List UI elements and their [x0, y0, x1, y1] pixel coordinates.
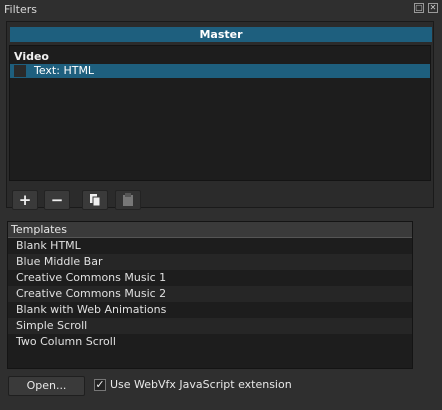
minus-icon: −: [50, 191, 64, 209]
template-item[interactable]: Blank HTML: [8, 238, 412, 254]
window-title: Filters: [4, 3, 37, 16]
webvfx-label: Use WebVfx JavaScript extension: [110, 378, 292, 391]
master-header: Master: [10, 27, 432, 42]
template-item[interactable]: Blue Middle Bar: [8, 254, 412, 270]
close-icon[interactable]: ✕: [428, 3, 438, 13]
copy-icon: [90, 194, 101, 207]
add-filter-button[interactable]: +: [12, 190, 38, 210]
template-item[interactable]: Blank with Web Animations: [8, 302, 412, 318]
template-item[interactable]: Simple Scroll: [8, 318, 412, 334]
template-item[interactable]: Creative Commons Music 2: [8, 286, 412, 302]
filter-item-label: Text: HTML: [34, 64, 95, 77]
filter-enable-checkbox[interactable]: [14, 65, 26, 77]
copy-filter-button[interactable]: [82, 190, 108, 210]
filter-list[interactable]: Video Text: HTML: [9, 45, 431, 181]
templates-list[interactable]: Templates Blank HTML Blue Middle Bar Cre…: [7, 221, 413, 369]
paste-icon: [123, 193, 133, 206]
template-item[interactable]: Two Column Scroll: [8, 334, 412, 350]
filter-item-text-html[interactable]: Text: HTML: [10, 64, 430, 78]
float-icon[interactable]: ▢: [414, 3, 424, 13]
plus-icon: +: [18, 191, 32, 209]
open-button[interactable]: Open...: [8, 376, 85, 396]
template-item[interactable]: Creative Commons Music 1: [8, 270, 412, 286]
webvfx-checkbox[interactable]: ✓: [94, 379, 106, 391]
templates-header: Templates: [8, 222, 412, 238]
remove-filter-button[interactable]: −: [44, 190, 70, 210]
category-video: Video: [14, 50, 49, 63]
title-bar: Filters ▢ ✕: [0, 0, 442, 20]
paste-filter-button[interactable]: [115, 190, 141, 210]
